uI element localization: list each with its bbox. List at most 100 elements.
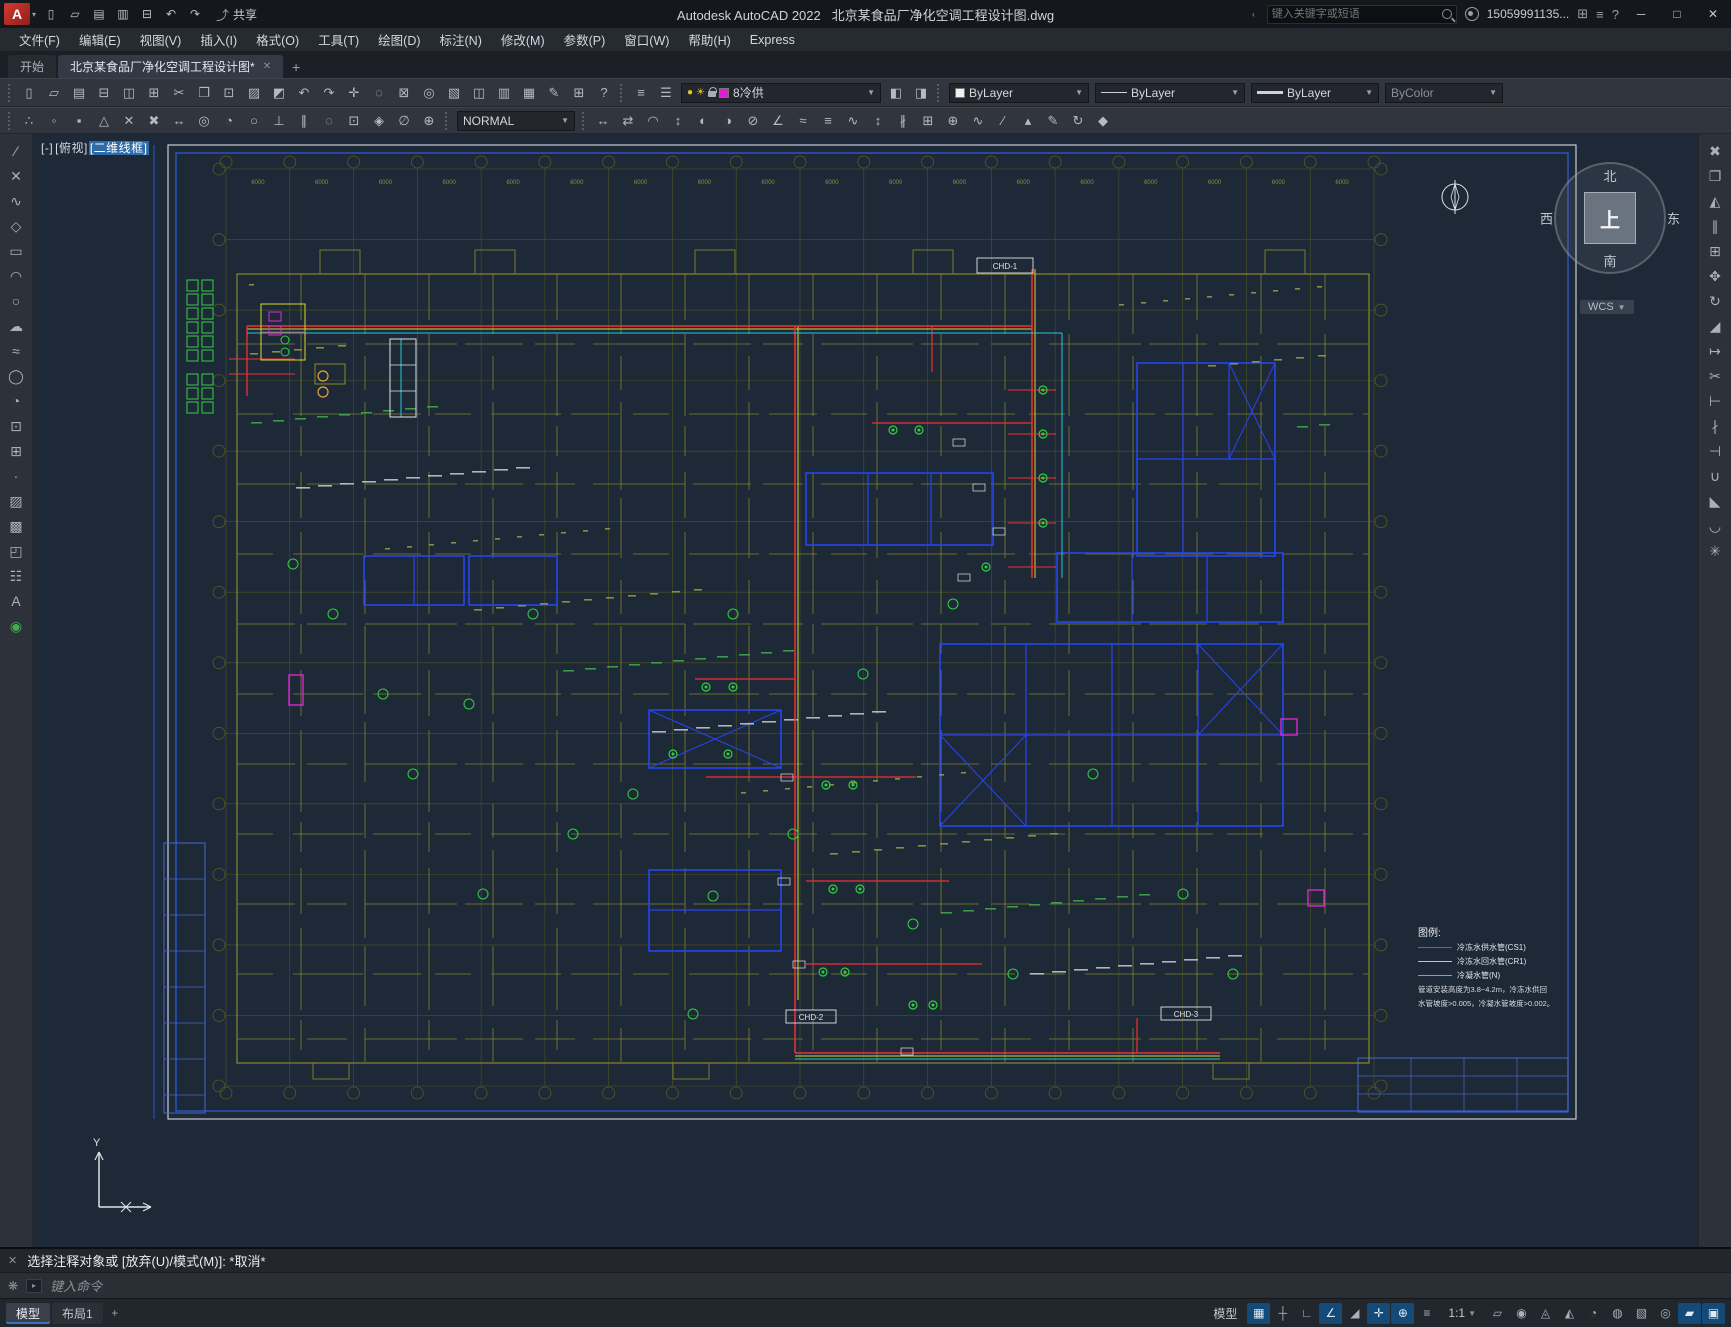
lineweight-display-toggle[interactable]: ≡ — [1415, 1303, 1438, 1324]
snap-apparent-icon[interactable]: ✖ — [142, 110, 166, 132]
extend-icon[interactable]: ⊢ — [1702, 389, 1729, 413]
search-input[interactable] — [1271, 8, 1442, 20]
dim-style-icon[interactable]: ◆ — [1091, 110, 1115, 132]
menu-参数p[interactable]: 参数(P) — [555, 27, 615, 52]
plotstyle-combo[interactable]: ByColor ▼ — [1385, 82, 1503, 103]
center-mark-icon[interactable]: ⊕ — [941, 110, 965, 132]
break-icon[interactable]: ⊣ — [1702, 439, 1729, 463]
viewport-menu[interactable]: [-] — [40, 141, 54, 155]
circle-icon[interactable]: ○ — [3, 289, 30, 313]
dim-text-edit-icon[interactable]: ✎ — [1041, 110, 1065, 132]
ellipse-arc-icon[interactable]: ◔ — [3, 389, 30, 413]
explode-icon[interactable]: ✳ — [1702, 539, 1729, 563]
rotate-icon[interactable]: ↻ — [1702, 289, 1729, 313]
cart-icon[interactable]: ⊞ — [1577, 6, 1588, 22]
layer-freeze-icon[interactable]: ☀ — [696, 87, 705, 98]
arc-length-dim-icon[interactable]: ◠ — [641, 110, 665, 132]
plot-preview-icon[interactable]: ◫ — [117, 82, 141, 104]
aligned-dim-icon[interactable]: ⇄ — [616, 110, 640, 132]
design-center-icon[interactable]: ◫ — [467, 82, 491, 104]
menu-标注n[interactable]: 标注(N) — [431, 27, 491, 52]
lineweight-combo[interactable]: ByLayer ▼ — [1251, 82, 1379, 103]
snap-extension-icon[interactable]: ↔ — [167, 110, 191, 132]
snap-nearest-icon[interactable]: ◈ — [367, 110, 391, 132]
menu-格式o[interactable]: 格式(O) — [247, 27, 308, 52]
chevron-down-icon[interactable]: ▼ — [1362, 88, 1376, 97]
viewcube-face-up[interactable]: 上 — [1584, 192, 1636, 244]
undo-icon[interactable]: ↶ — [160, 4, 182, 24]
viewcube-north[interactable]: 北 — [1603, 166, 1616, 185]
region-icon[interactable]: ◰ — [3, 539, 30, 563]
toolbar-grip[interactable] — [8, 83, 13, 102]
array-icon[interactable]: ⊞ — [1702, 239, 1729, 263]
chamfer-icon[interactable]: ◣ — [1702, 489, 1729, 513]
chevron-down-icon[interactable]: ▼ — [1486, 88, 1500, 97]
point-icon[interactable]: · — [3, 464, 30, 488]
units-toggle[interactable]: ◍ — [1606, 1303, 1629, 1324]
dim-break-icon[interactable]: ∦ — [891, 110, 915, 132]
diameter-dim-icon[interactable]: ⊘ — [741, 110, 765, 132]
copy-icon[interactable]: ❐ — [1702, 164, 1729, 188]
spline-icon[interactable]: ≈ — [3, 339, 30, 363]
baseline-dim-icon[interactable]: ≡ — [816, 110, 840, 132]
block-editor-icon[interactable]: ◩ — [267, 82, 291, 104]
line-icon[interactable]: ∕ — [3, 139, 30, 163]
chevron-down-icon[interactable]: ▼ — [558, 116, 572, 125]
ortho-mode-toggle[interactable]: ∟ — [1295, 1303, 1318, 1324]
menu-插入i[interactable]: 插入(I) — [191, 27, 246, 52]
revision-cloud-icon[interactable]: ☁ — [3, 314, 30, 338]
cut-icon[interactable]: ✂ — [167, 82, 191, 104]
chevron-down-icon[interactable]: ▼ — [1072, 88, 1086, 97]
snap-tracking-icon[interactable]: ∴ — [17, 110, 41, 132]
ordinate-dim-icon[interactable]: ↕ — [666, 110, 690, 132]
copy-icon[interactable]: ❐ — [192, 82, 216, 104]
help-icon[interactable]: ? — [592, 82, 616, 104]
gradient-icon[interactable]: ▩ — [3, 514, 30, 538]
hatch-icon[interactable]: ▨ — [3, 489, 30, 513]
osnap-settings-icon[interactable]: ⊕ — [417, 110, 441, 132]
snap-midpoint-icon[interactable]: △ — [92, 110, 116, 132]
apps-icon[interactable]: ≡ — [1596, 7, 1604, 22]
layout-tab-model[interactable]: 模型 — [6, 1302, 51, 1324]
new-file-icon[interactable]: ▯ — [40, 4, 62, 24]
rectangle-icon[interactable]: ▭ — [3, 239, 30, 263]
help-icon[interactable]: ? — [1612, 7, 1619, 22]
snap-none-icon[interactable]: ∅ — [392, 110, 416, 132]
dim-jog-icon[interactable]: ∿ — [966, 110, 990, 132]
annotation-monitor-toggle[interactable]: ◔ — [1582, 1303, 1605, 1324]
quick-dim-icon[interactable]: ≈ — [791, 110, 815, 132]
close-button[interactable]: ✕ — [1699, 3, 1727, 25]
tab-start[interactable]: 开始 — [8, 55, 57, 78]
make-current-icon[interactable]: ◧ — [884, 82, 908, 104]
snap-intersection-icon[interactable]: ✕ — [117, 110, 141, 132]
autocad-logo[interactable]: A — [4, 3, 30, 25]
snap-tangent-icon[interactable]: ○ — [242, 110, 266, 132]
angular-dim-icon[interactable]: ∠ — [766, 110, 790, 132]
object-snap-toggle[interactable]: ⊕ — [1391, 1302, 1415, 1324]
linetype-combo[interactable]: ByLayer ▼ — [1095, 82, 1245, 103]
isometric-drafting-toggle[interactable]: ◢ — [1343, 1303, 1366, 1324]
table-icon[interactable]: ☷ — [3, 564, 30, 588]
tool-palettes-icon[interactable]: ▥ — [492, 82, 516, 104]
color-combo[interactable]: ByLayer ▼ — [949, 82, 1089, 103]
snap-center-icon[interactable]: ◎ — [192, 110, 216, 132]
insert-block-icon[interactable]: ⊡ — [3, 414, 30, 438]
open-icon[interactable]: ▱ — [64, 4, 86, 24]
plot-icon[interactable]: ⊟ — [92, 82, 116, 104]
new-layout-button[interactable]: + — [105, 1303, 125, 1324]
chevron-down-icon[interactable]: ▼ — [864, 88, 878, 97]
dim-space-icon[interactable]: ↕ — [866, 110, 890, 132]
logo-dropdown-icon[interactable]: ▾ — [32, 10, 36, 19]
move-icon[interactable]: ✥ — [1702, 264, 1729, 288]
menu-修改m[interactable]: 修改(M) — [492, 27, 554, 52]
layout-tab-layout1[interactable]: 布局1 — [52, 1302, 103, 1324]
clean-screen-toggle[interactable]: ▣ — [1702, 1302, 1725, 1324]
drawing-canvas[interactable]: 6000 6000 6000 6000 6000 6000 6000 6000 6000 6000… — [33, 134, 1698, 1247]
layer-previous-icon[interactable]: ◨ — [909, 82, 933, 104]
point-style-icon[interactable]: ◉ — [3, 614, 30, 638]
command-input-row[interactable]: ❋ ▸ 键入命令 — [0, 1272, 1731, 1298]
snap-endpoint-icon[interactable]: ▪ — [67, 110, 91, 132]
undo-icon[interactable]: ↶ — [292, 82, 316, 104]
model-space-toggle[interactable]: 模型 — [1205, 1303, 1245, 1324]
jogged-dim-icon[interactable]: ◑ — [716, 110, 740, 132]
